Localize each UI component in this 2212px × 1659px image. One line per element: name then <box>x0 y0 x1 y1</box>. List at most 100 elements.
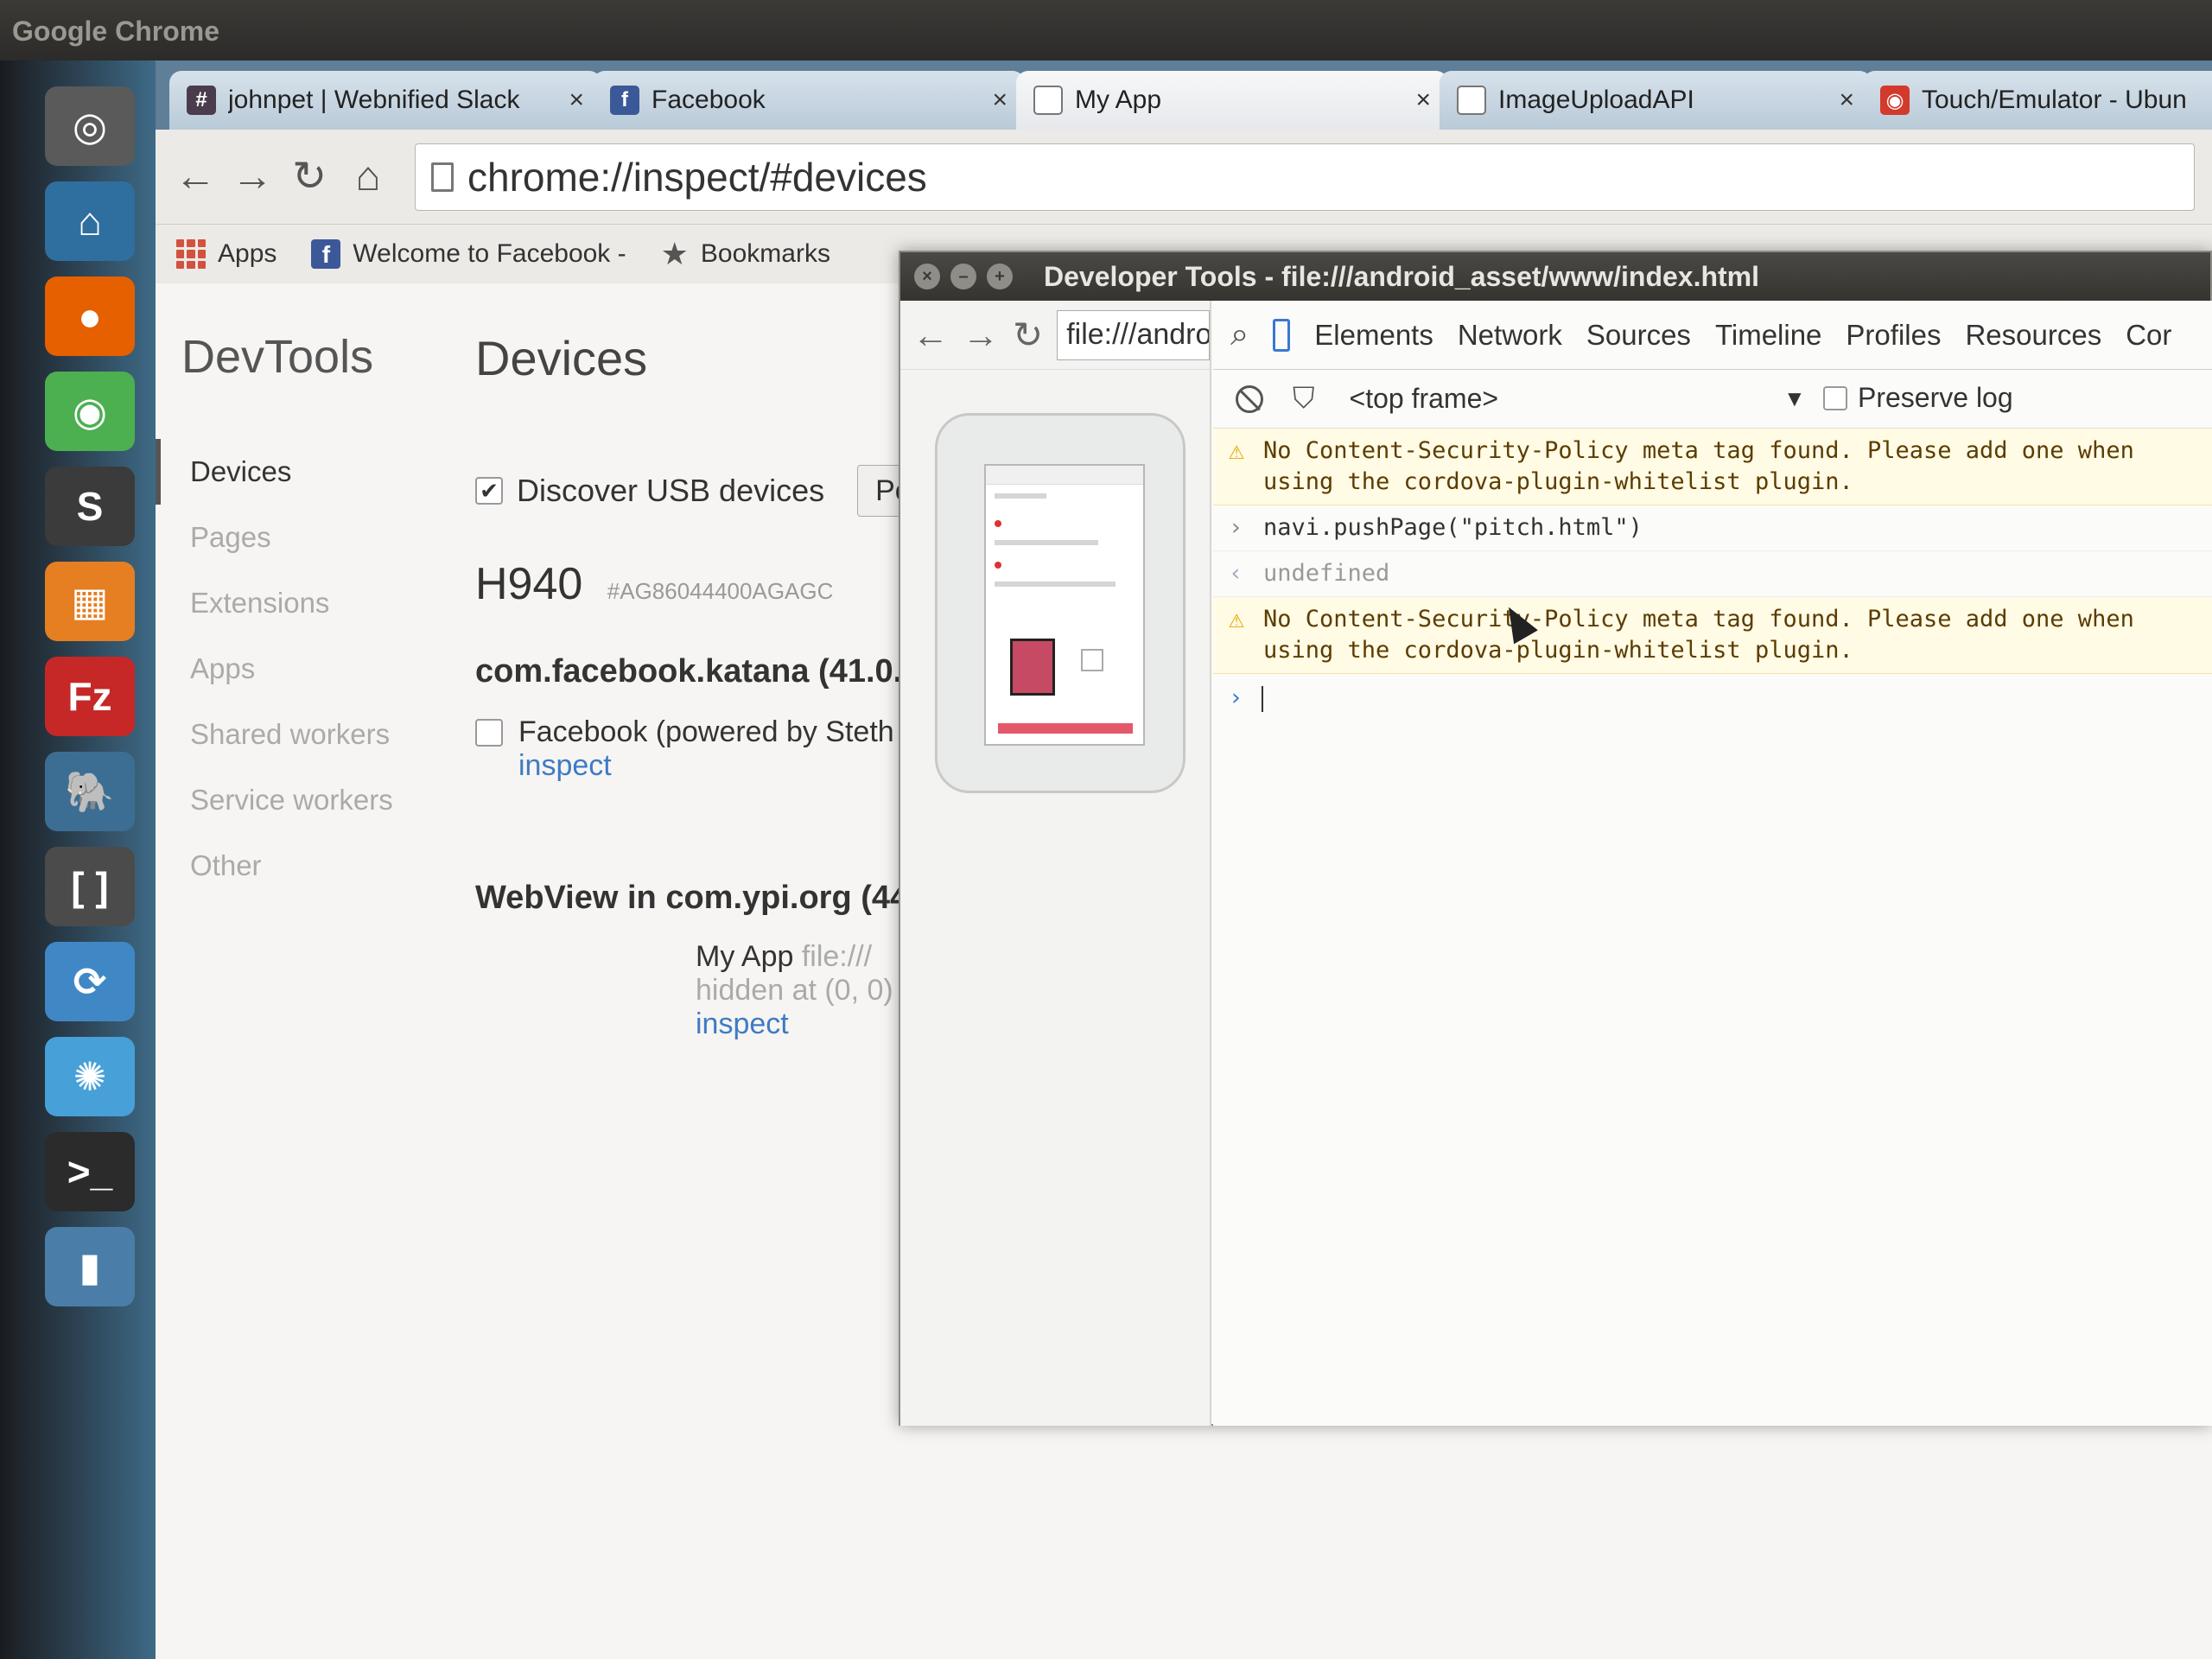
preserve-log-checkbox[interactable] <box>1823 385 1847 410</box>
tab-network[interactable]: Network <box>1458 319 1562 352</box>
package-facebook: com.facebook.katana (41.0.0 <box>475 653 921 690</box>
close-tab-icon[interactable]: × <box>1415 86 1431 115</box>
console-prompt[interactable]: › <box>1213 674 2212 712</box>
browser-toolbar: ← → ↻ ⌂ chrome://inspect/#devices <box>156 130 2212 225</box>
package-webview: WebView in com.ypi.org (44. <box>475 880 918 916</box>
sidenav-item-devices[interactable]: Devices <box>156 439 415 505</box>
browser-tab[interactable]: # johnpet | Webnified Slack × <box>169 71 601 130</box>
tab-label: My App <box>1075 86 1162 114</box>
target-checkbox[interactable] <box>475 719 503 747</box>
close-tab-icon[interactable]: × <box>992 86 1007 115</box>
tab-elements[interactable]: Elements <box>1314 319 1433 352</box>
reload-icon[interactable]: ↻ <box>1013 314 1043 356</box>
preserve-log-option[interactable]: Preserve log <box>1823 382 2013 414</box>
text-caret <box>1262 685 1264 712</box>
reload-icon[interactable]: ↻ <box>285 152 334 200</box>
tab-resources[interactable]: Resources <box>1965 319 2101 352</box>
sidenav-item-other[interactable]: Other <box>156 833 415 899</box>
clear-console-icon[interactable] <box>1236 385 1263 413</box>
minimize-window-icon[interactable]: – <box>950 264 976 289</box>
device-serial: #AG86044400AGAGC <box>607 578 834 604</box>
address-bar[interactable]: chrome://inspect/#devices <box>415 143 2195 211</box>
sidenav-item-extensions[interactable]: Extensions <box>156 570 415 636</box>
devtools-nav-title: DevTools <box>181 331 374 383</box>
input-chevron-icon: › <box>1229 514 1243 541</box>
sidenav-item-service-workers[interactable]: Service workers <box>156 767 415 833</box>
system-top-bar: Google Chrome <box>0 0 2212 60</box>
forward-arrow-icon[interactable]: → <box>228 152 276 200</box>
bookmark-facebook[interactable]: f Welcome to Facebook - <box>311 239 626 269</box>
tab-favicon-icon: f <box>610 86 639 115</box>
app-grid-icon[interactable]: ▦ <box>45 562 135 641</box>
settings-icon[interactable]: ✺ <box>45 1037 135 1116</box>
prompt-chevron-icon: › <box>1229 684 1243 711</box>
target-title: My App <box>696 940 794 973</box>
back-arrow-icon[interactable]: ← <box>171 152 219 200</box>
device-screen[interactable] <box>984 464 1145 746</box>
unity-launcher: ◎ ⌂ ● ◉ S ▦ Fz 🐘 [ ] ⟳ ✺ >_ ▮ <box>0 60 156 1659</box>
console-toolbar: ⛉ <top frame> ▼ Preserve log <box>1213 370 2212 429</box>
address-url[interactable]: chrome://inspect/#devices <box>467 154 927 200</box>
forward-arrow-icon[interactable]: → <box>963 315 999 356</box>
phone-image-thumbnail <box>1010 639 1055 696</box>
chrome-icon[interactable]: ◉ <box>45 372 135 451</box>
browser-tab[interactable]: ImageUploadAPI × <box>1440 71 1872 130</box>
tab-profiles[interactable]: Profiles <box>1846 319 1941 352</box>
bookmark-apps[interactable]: Apps <box>176 239 276 269</box>
result-chevron-icon: ‹ <box>1229 560 1243 587</box>
search-icon[interactable]: ⌕ <box>1230 316 1249 353</box>
screencast-url-field[interactable]: file:///androi <box>1057 309 1210 360</box>
inspect-sidenav: Devices Pages Extensions Apps Shared workers… <box>156 439 415 899</box>
update-icon[interactable]: ⟳ <box>45 942 135 1021</box>
tab-favicon-icon: # <box>187 86 216 115</box>
console-message-text: No Content-Security-Policy meta tag foun… <box>1263 437 2134 495</box>
browser-tab[interactable]: f Facebook × <box>593 71 1025 130</box>
inspect-link[interactable]: inspect <box>696 1007 893 1041</box>
console-message: ⚠ No Content-Security-Policy meta tag fou… <box>1213 597 2212 674</box>
browser-tab[interactable]: ◉ Touch/Emulator - Ubun <box>1863 71 2212 130</box>
pgadmin-icon[interactable]: 🐘 <box>45 752 135 831</box>
browser-tab[interactable]: My App × <box>1016 71 1448 130</box>
device-mode-icon[interactable] <box>1273 318 1291 352</box>
device-model: H940 <box>475 559 583 609</box>
frame-selector[interactable]: <top frame> <box>1350 383 1499 415</box>
tab-cor[interactable]: Cor <box>2126 319 2171 352</box>
maximize-window-icon[interactable]: + <box>987 264 1013 289</box>
bookmark-bookmarks[interactable]: ★ Bookmarks <box>661 236 830 272</box>
discover-usb-checkbox[interactable]: ✔ <box>475 477 503 505</box>
system-app-title: Google Chrome <box>12 16 220 47</box>
upload-icon <box>1081 649 1103 671</box>
target-status: hidden <box>696 974 785 1007</box>
tab-timeline[interactable]: Timeline <box>1715 319 1821 352</box>
sidenav-item-pages[interactable]: Pages <box>156 505 415 570</box>
warning-icon: ⚠ <box>1229 435 1245 466</box>
bookmark-label: Bookmarks <box>700 239 830 268</box>
files-icon[interactable]: ▮ <box>45 1227 135 1306</box>
devtools-panel-tabs: ⌕ Elements Network Sources Timeline Profiles… <box>1213 301 2212 370</box>
sidenav-item-shared-workers[interactable]: Shared workers <box>156 702 415 767</box>
apps-grid-icon <box>176 239 206 269</box>
home-icon[interactable]: ⌂ <box>344 152 392 200</box>
device-screencast-frame[interactable] <box>935 413 1185 793</box>
console-message-text: undefined <box>1263 560 1390 587</box>
home-folder-icon[interactable]: ⌂ <box>45 181 135 261</box>
close-tab-icon[interactable]: × <box>569 86 584 115</box>
device-name: H940 #AG86044400AGAGC <box>475 558 833 610</box>
filter-icon[interactable]: ⛉ <box>1293 382 1315 416</box>
sidenav-item-apps[interactable]: Apps <box>156 636 415 702</box>
dash-icon[interactable]: ◎ <box>45 86 135 166</box>
console-output: ⚠ No Content-Security-Policy meta tag fou… <box>1213 429 2212 712</box>
close-tab-icon[interactable]: × <box>1839 86 1854 115</box>
tab-sources[interactable]: Sources <box>1586 319 1691 352</box>
brackets-icon[interactable]: [ ] <box>45 847 135 926</box>
inspect-link[interactable]: inspect <box>518 749 894 783</box>
sublime-icon[interactable]: S <box>45 467 135 546</box>
close-window-icon[interactable]: × <box>914 264 940 289</box>
terminal-icon[interactable]: >_ <box>45 1132 135 1211</box>
filezilla-icon[interactable]: Fz <box>45 657 135 736</box>
page-title: Devices <box>475 331 648 385</box>
back-arrow-icon[interactable]: ← <box>912 315 949 356</box>
tab-label: johnpet | Webnified Slack <box>228 86 520 114</box>
chevron-down-icon[interactable]: ▼ <box>1783 385 1806 412</box>
firefox-icon[interactable]: ● <box>45 276 135 356</box>
